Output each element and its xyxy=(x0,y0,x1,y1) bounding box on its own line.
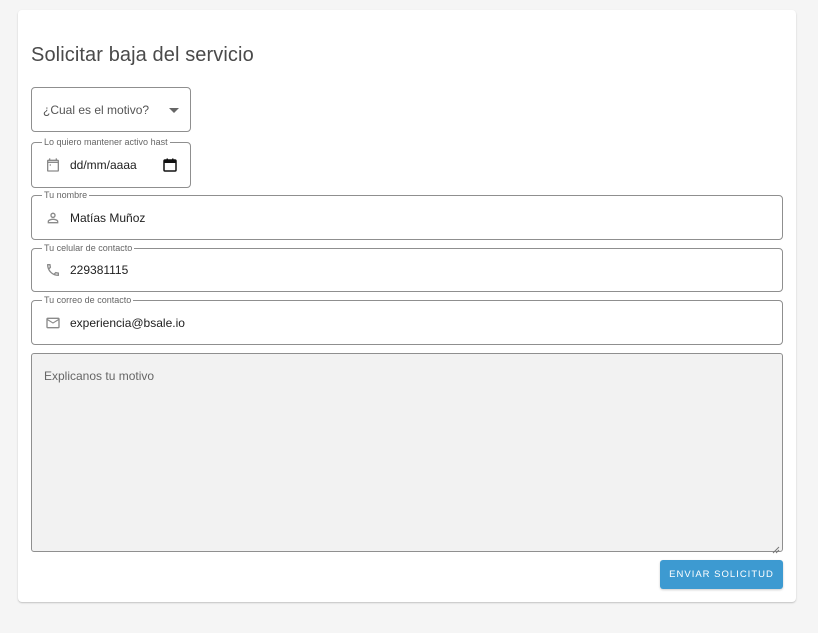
resize-handle-icon[interactable] xyxy=(772,541,780,554)
person-icon xyxy=(44,209,62,227)
name-label: Tu nombre xyxy=(42,189,90,201)
email-value: experiencia@bsale.io xyxy=(70,315,185,330)
reason-select-placeholder: ¿Cual es el motivo? xyxy=(43,102,150,117)
date-picker-icon[interactable] xyxy=(163,158,177,172)
email-field[interactable]: Tu correo de contacto experiencia@bsale.… xyxy=(31,294,783,345)
mail-icon xyxy=(44,314,62,332)
page-title: Solicitar baja del servicio xyxy=(31,44,254,66)
keep-active-date-field[interactable]: Lo quiero mantener activo hast dd/mm/aaa… xyxy=(31,136,191,188)
calendar-icon xyxy=(44,156,62,174)
submit-button[interactable]: ENVIAR SOLICITUD xyxy=(660,560,783,589)
phone-label: Tu celular de contacto xyxy=(42,242,135,254)
phone-value: 229381115 xyxy=(70,263,129,277)
keep-active-date-label: Lo quiero mantener activo hast xyxy=(42,136,170,148)
keep-active-date-value: dd/mm/aaaa xyxy=(70,158,137,172)
form-card: Solicitar baja del servicio ¿Cual es el … xyxy=(18,10,796,602)
chevron-down-icon xyxy=(169,108,179,113)
phone-field[interactable]: Tu celular de contacto 229381115 xyxy=(31,242,783,292)
name-field[interactable]: Tu nombre Matías Muñoz xyxy=(31,189,783,240)
reason-select[interactable]: ¿Cual es el motivo? xyxy=(31,87,191,132)
name-value: Matías Muñoz xyxy=(70,210,146,225)
reason-textarea[interactable]: Explicanos tu motivo xyxy=(31,353,783,554)
email-label: Tu correo de contacto xyxy=(42,294,134,306)
phone-icon xyxy=(44,261,62,279)
reason-textarea-placeholder: Explicanos tu motivo xyxy=(44,369,155,383)
